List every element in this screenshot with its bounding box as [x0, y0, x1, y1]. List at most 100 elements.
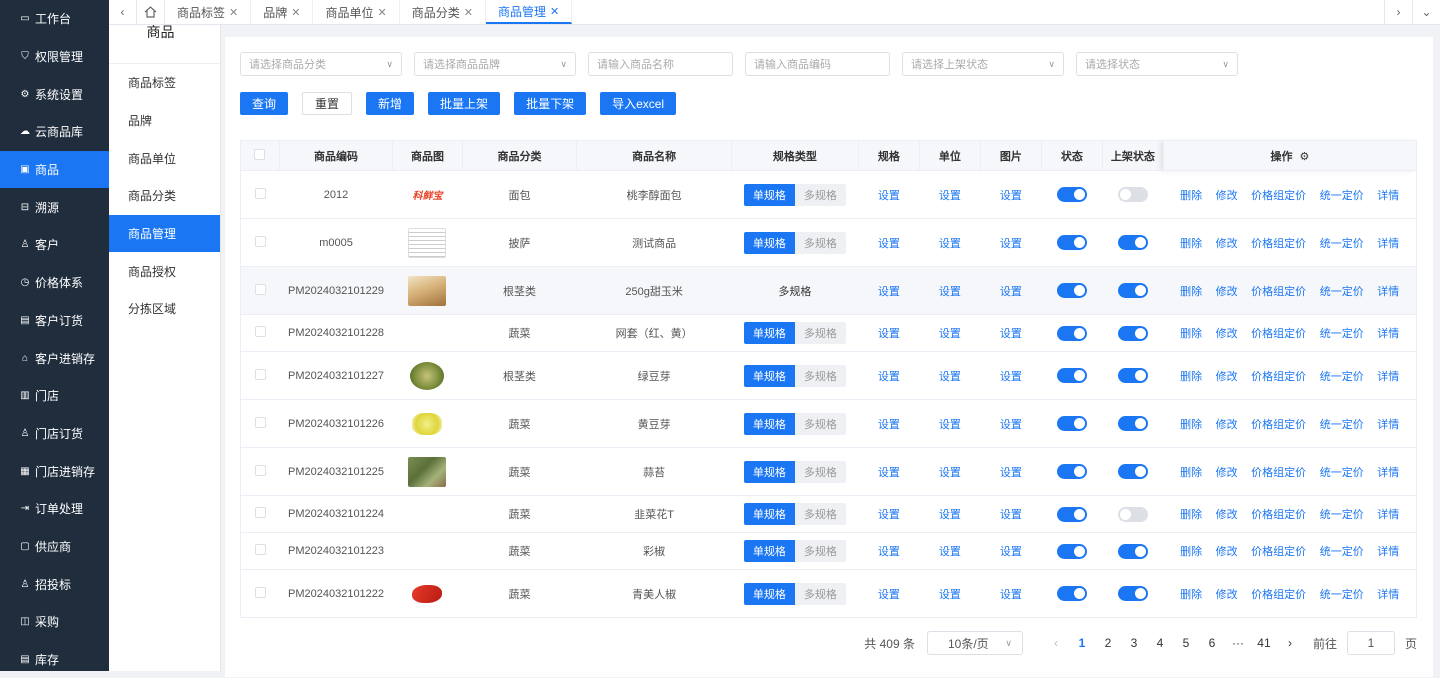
picture-setting-link[interactable]: 设置: [1000, 286, 1022, 298]
sidebar-item-16[interactable]: ◫ 采购: [0, 603, 109, 641]
row-checkbox[interactable]: [254, 464, 266, 476]
edit-link[interactable]: 修改: [1216, 586, 1238, 602]
sidebar-item-2[interactable]: ⚙ 系统设置: [0, 75, 109, 113]
spec-setting-link[interactable]: 设置: [878, 546, 900, 558]
unit-setting-link[interactable]: 设置: [939, 238, 961, 250]
row-checkbox[interactable]: [254, 368, 266, 380]
spec-setting-link[interactable]: 设置: [878, 371, 900, 383]
brand-select[interactable]: 请选择商品品牌 ∨: [414, 52, 576, 76]
edit-link[interactable]: 修改: [1216, 416, 1238, 432]
row-select-cell[interactable]: [240, 218, 280, 267]
row-select-cell[interactable]: [240, 447, 280, 496]
home-icon[interactable]: [137, 0, 165, 24]
delete-link[interactable]: 删除: [1180, 235, 1202, 251]
picture-setting-link[interactable]: 设置: [1000, 546, 1022, 558]
detail-link[interactable]: 详情: [1377, 187, 1399, 203]
unit-setting-link[interactable]: 设置: [939, 328, 961, 340]
edit-link[interactable]: 修改: [1216, 506, 1238, 522]
status-switch[interactable]: [1056, 416, 1087, 431]
row-checkbox[interactable]: [254, 416, 266, 428]
shelf-status-switch[interactable]: [1117, 416, 1148, 431]
next-page-icon[interactable]: ›: [1277, 636, 1303, 650]
detail-link[interactable]: 详情: [1377, 325, 1399, 341]
multi-spec-option[interactable]: 多规格: [794, 582, 846, 605]
picture-setting-link[interactable]: 设置: [1000, 509, 1022, 521]
tab-4[interactable]: 商品管理 ✕: [485, 0, 573, 24]
row-select-cell[interactable]: [240, 569, 280, 618]
row-checkbox[interactable]: [254, 187, 266, 199]
spec-type-toggle[interactable]: 单规格 多规格: [743, 364, 846, 387]
group-price-link[interactable]: 价格组定价: [1251, 368, 1306, 384]
edit-link[interactable]: 修改: [1216, 187, 1238, 203]
page-number[interactable]: 4: [1147, 636, 1173, 650]
sidebar-item-7[interactable]: ◷ 价格体系: [0, 264, 109, 302]
single-spec-option[interactable]: 单规格: [743, 582, 795, 605]
picture-setting-link[interactable]: 设置: [1000, 589, 1022, 601]
picture-setting-link[interactable]: 设置: [1000, 328, 1022, 340]
edit-link[interactable]: 修改: [1216, 464, 1238, 480]
multi-spec-option[interactable]: 多规格: [794, 540, 846, 562]
unified-price-link[interactable]: 统一定价: [1320, 325, 1364, 341]
sidebar-item-3[interactable]: ☁ 云商品库: [0, 113, 109, 151]
row-select-cell[interactable]: [240, 495, 280, 533]
spec-type-toggle[interactable]: 单规格 多规格: [743, 322, 846, 344]
status-switch[interactable]: [1056, 187, 1087, 202]
multi-spec-option[interactable]: 多规格: [794, 183, 846, 206]
delete-link[interactable]: 删除: [1180, 283, 1202, 299]
multi-spec-option[interactable]: 多规格: [794, 412, 846, 435]
group-price-link[interactable]: 价格组定价: [1251, 543, 1306, 559]
close-icon[interactable]: ✕: [550, 5, 559, 18]
group-price-link[interactable]: 价格组定价: [1251, 235, 1306, 251]
tab-1[interactable]: 品牌 ✕: [251, 0, 314, 24]
group-price-link[interactable]: 价格组定价: [1251, 506, 1306, 522]
status-switch[interactable]: [1056, 235, 1087, 250]
group-price-link[interactable]: 价格组定价: [1251, 416, 1306, 432]
edit-link[interactable]: 修改: [1216, 543, 1238, 559]
tab-0[interactable]: 商品标签 ✕: [165, 0, 252, 24]
detail-link[interactable]: 详情: [1377, 586, 1399, 602]
row-checkbox[interactable]: [254, 544, 266, 555]
spec-setting-link[interactable]: 设置: [878, 509, 900, 521]
row-checkbox[interactable]: [254, 326, 266, 337]
unit-setting-link[interactable]: 设置: [939, 371, 961, 383]
shelf-status-switch[interactable]: [1117, 543, 1148, 559]
detail-link[interactable]: 详情: [1377, 416, 1399, 432]
spec-type-toggle[interactable]: 单规格 多规格: [743, 540, 846, 562]
close-icon[interactable]: ✕: [229, 6, 238, 19]
detail-link[interactable]: 详情: [1377, 235, 1399, 251]
subnav-item-4[interactable]: 商品管理: [109, 214, 220, 253]
row-select-cell[interactable]: [240, 532, 280, 570]
close-icon[interactable]: ✕: [291, 6, 300, 19]
sidebar-item-8[interactable]: ▤ 客户订货: [0, 302, 109, 340]
unified-price-link[interactable]: 统一定价: [1320, 187, 1364, 203]
category-select[interactable]: 请选择商品分类 ∨: [240, 52, 402, 76]
group-price-link[interactable]: 价格组定价: [1251, 464, 1306, 480]
row-select-cell[interactable]: [240, 170, 280, 219]
picture-setting-link[interactable]: 设置: [1000, 190, 1022, 202]
row-select-cell[interactable]: [240, 351, 280, 400]
status-switch[interactable]: [1056, 283, 1087, 298]
row-select-cell[interactable]: [240, 266, 280, 315]
multi-spec-option[interactable]: 多规格: [794, 231, 846, 254]
sidebar-item-0[interactable]: ▭ 工作台: [0, 0, 109, 38]
sidebar-item-13[interactable]: ⇥ 订单处理: [0, 490, 109, 528]
delete-link[interactable]: 删除: [1180, 368, 1202, 384]
unit-setting-link[interactable]: 设置: [939, 286, 961, 298]
group-price-link[interactable]: 价格组定价: [1251, 325, 1306, 341]
close-icon[interactable]: ✕: [464, 6, 473, 19]
settings-gear-icon[interactable]: ⚙: [1300, 151, 1310, 163]
close-icon[interactable]: ✕: [377, 6, 386, 19]
sidebar-item-1[interactable]: ⛉ 权限管理: [0, 38, 109, 76]
sidebar-item-12[interactable]: ▦ 门店进销存: [0, 452, 109, 490]
shelf-status-switch[interactable]: [1117, 464, 1148, 479]
delete-link[interactable]: 删除: [1180, 586, 1202, 602]
shelf-status-switch[interactable]: [1117, 325, 1148, 341]
unified-price-link[interactable]: 统一定价: [1320, 235, 1364, 251]
single-spec-option[interactable]: 单规格: [743, 412, 795, 435]
shelf-status-select[interactable]: 请选择上架状态 ∨: [902, 52, 1064, 76]
tab-3[interactable]: 商品分类 ✕: [400, 0, 486, 24]
prev-page-icon[interactable]: ‹: [1043, 636, 1069, 650]
tabs-dropdown-icon[interactable]: ⌄: [1412, 0, 1440, 24]
detail-link[interactable]: 详情: [1377, 543, 1399, 559]
unified-price-link[interactable]: 统一定价: [1320, 416, 1364, 432]
